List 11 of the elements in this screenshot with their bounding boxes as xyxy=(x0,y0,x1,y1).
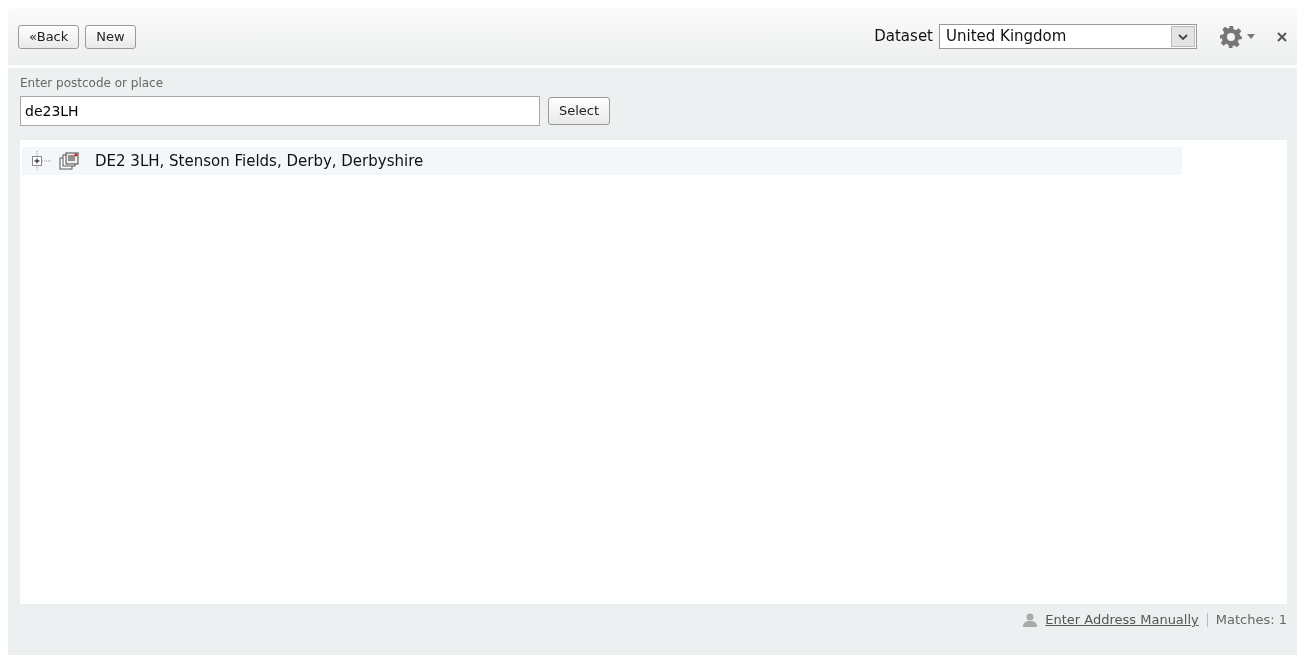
dataset-label: Dataset xyxy=(874,26,933,48)
search-field[interactable]: de23LH xyxy=(20,96,540,126)
field-label: Enter postcode or place xyxy=(20,75,165,92)
matches-count: Matches: 1 xyxy=(1215,611,1287,630)
enter-address-manually-link[interactable]: Enter Address Manually xyxy=(1045,610,1199,630)
back-button[interactable]: «Back xyxy=(18,24,80,49)
result-row[interactable]: DE2 3LH, Stenson Fields, Derby, Derbyshire xyxy=(22,147,1182,175)
dataset-dropdown[interactable]: United Kingdom xyxy=(939,24,1197,49)
result-text[interactable]: DE2 3LH, Stenson Fields, Derby, Derbyshire xyxy=(95,149,424,173)
new-button[interactable]: New xyxy=(85,24,136,49)
select-button[interactable]: Select xyxy=(548,97,611,125)
